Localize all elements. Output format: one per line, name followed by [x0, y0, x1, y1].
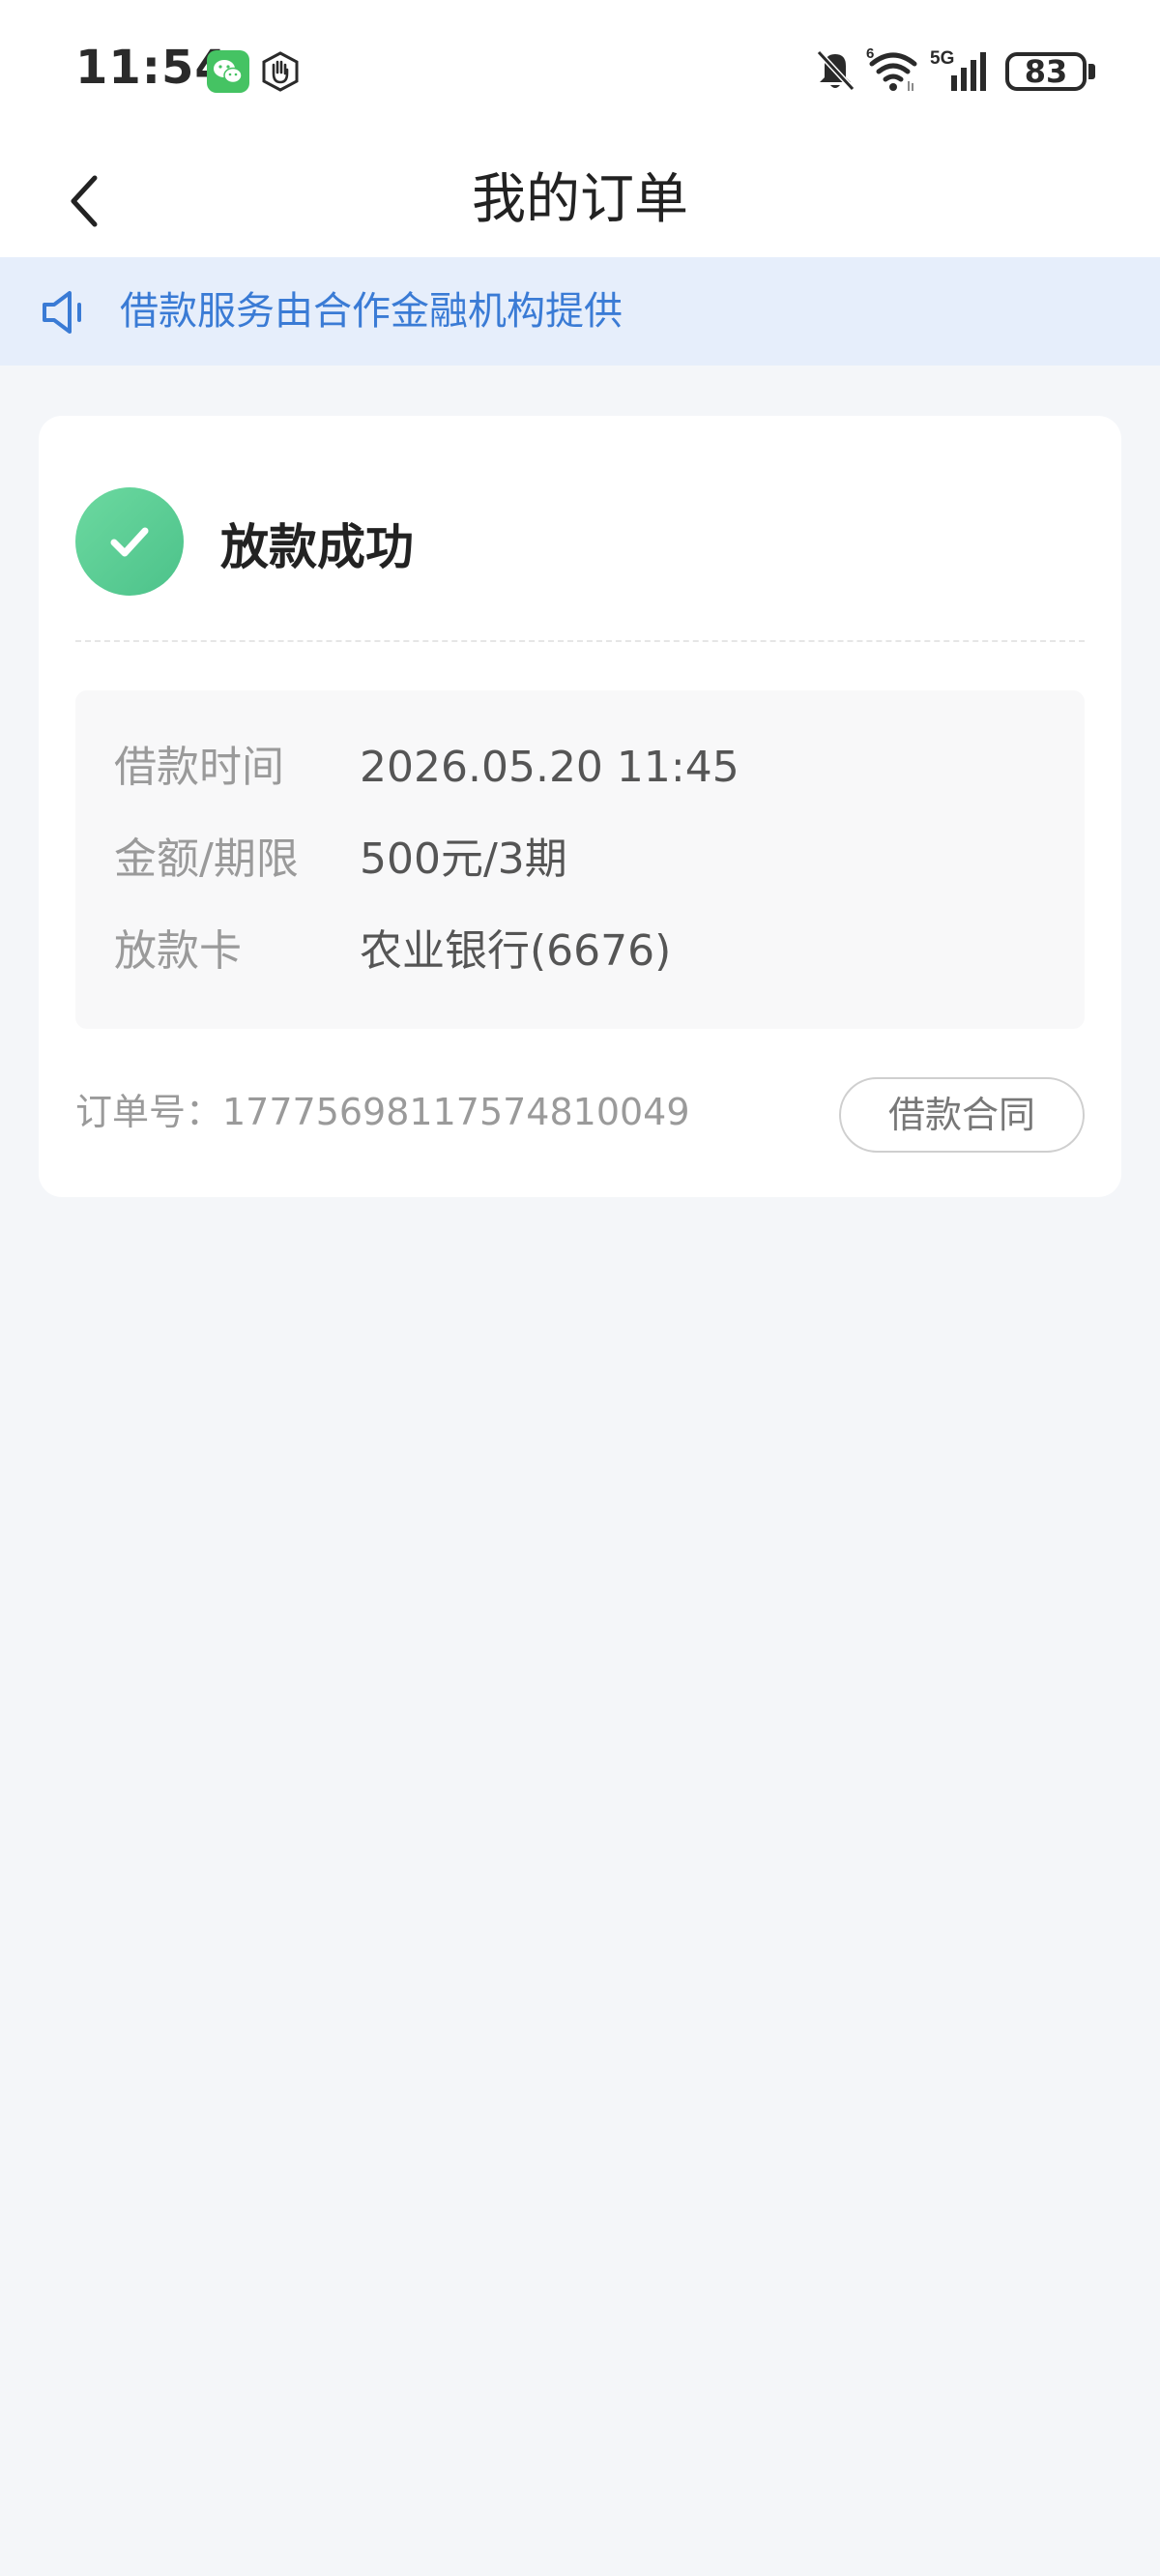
order-status: 放款成功 — [220, 519, 414, 575]
order-number: 订单号：17775698117574810049 — [75, 1091, 690, 1133]
notice-text: 借款服务由合作金融机构提供 — [120, 289, 623, 334]
battery-tip — [1088, 64, 1095, 79]
order-details: 借款时间 2026.05.20 11:45 金额/期限 500元/3期 放款卡 … — [75, 690, 1085, 1029]
detail-label: 放款卡 — [114, 926, 242, 976]
check-circle-icon — [75, 487, 184, 596]
signal-icon: 5G — [930, 46, 992, 95]
detail-value: 2026.05.20 11:45 — [360, 743, 740, 792]
detail-row-amount-term: 金额/期限 500元/3期 — [114, 831, 1061, 889]
detail-value: 500元/3期 — [360, 834, 567, 884]
loan-contract-button[interactable]: 借款合同 — [839, 1077, 1085, 1153]
detail-label: 借款时间 — [114, 743, 284, 792]
wechat-icon — [207, 50, 249, 93]
hand-icon — [259, 50, 302, 93]
app-screen: 11:54 6 5G 83 我的订单 借款服务由合作金融机构提供 放款成功 借款… — [0, 0, 1160, 2576]
back-button[interactable] — [46, 162, 124, 240]
nav-bar: 我的订单 — [0, 143, 1160, 257]
detail-value: 农业银行(6676) — [360, 926, 672, 976]
order-card[interactable]: 放款成功 借款时间 2026.05.20 11:45 金额/期限 500元/3期… — [39, 416, 1121, 1197]
speaker-icon — [39, 288, 89, 337]
status-time: 11:54 — [75, 41, 228, 95]
card-divider — [75, 640, 1085, 642]
battery-icon: 83 — [1005, 52, 1087, 91]
page-title: 我的订单 — [472, 168, 688, 231]
detail-label: 金额/期限 — [114, 834, 299, 884]
detail-row-loan-time: 借款时间 2026.05.20 11:45 — [114, 739, 1061, 797]
status-bar: 11:54 6 5G 83 — [0, 0, 1160, 143]
svg-text:6: 6 — [866, 45, 874, 62]
detail-row-payout-card: 放款卡 农业银行(6676) — [114, 922, 1061, 981]
mute-icon — [814, 48, 856, 95]
chevron-left-icon — [71, 175, 98, 227]
svg-text:5G: 5G — [930, 48, 954, 69]
notice-bar: 借款服务由合作金融机构提供 — [0, 257, 1160, 366]
wifi-icon: 6 — [866, 44, 920, 95]
